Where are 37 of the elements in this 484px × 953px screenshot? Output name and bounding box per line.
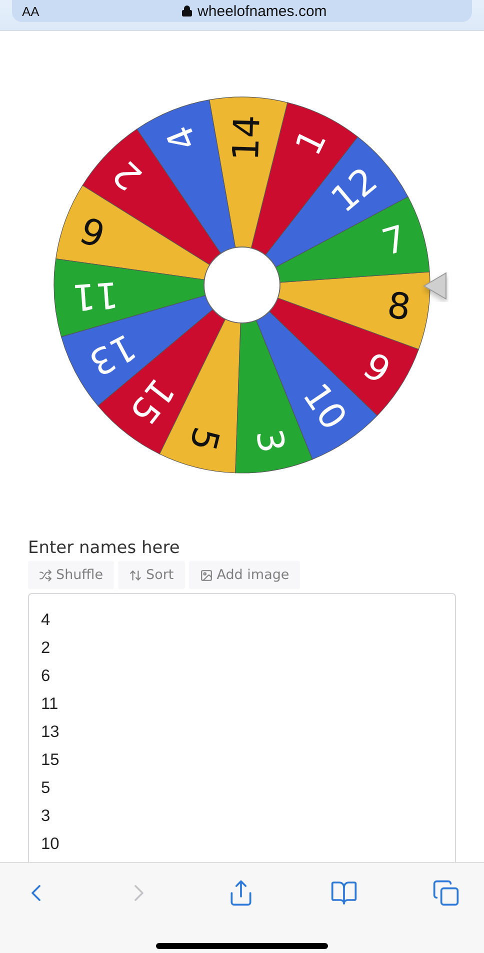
sort-button[interactable]: Sort: [118, 561, 185, 589]
segment-label: 14: [226, 114, 268, 162]
name-entry: 10: [41, 834, 60, 855]
name-entry: 11: [41, 694, 58, 715]
segment-label: 9: [356, 346, 398, 392]
shuffle-icon: [39, 568, 52, 582]
book-icon[interactable]: [330, 879, 358, 907]
url-text: wheelofnames.com: [198, 2, 327, 20]
name-entry: 5: [41, 778, 50, 799]
name-entry: 4: [41, 610, 50, 631]
shuffle-button[interactable]: Shuffle: [28, 561, 114, 589]
segment-label: 7: [378, 218, 412, 264]
segment-label: 4: [159, 120, 206, 156]
segment-label: 2: [105, 152, 150, 198]
name-entry: 6: [41, 666, 50, 687]
name-entry: 2: [41, 638, 50, 659]
names-label: Enter names here: [28, 538, 180, 558]
wheel-hub[interactable]: [204, 246, 280, 324]
name-entry: 15: [41, 750, 60, 771]
name-entry: 3: [41, 806, 50, 827]
lock-icon: [180, 5, 193, 17]
segment-label: 8: [384, 285, 414, 329]
sort-icon: [129, 568, 142, 582]
name-entry: 13: [41, 722, 60, 743]
segment-label: 5: [180, 422, 226, 455]
segment-label: 10: [294, 376, 354, 438]
segment-label: 6: [75, 208, 111, 254]
segment-label: 12: [324, 160, 386, 221]
image-icon: [200, 568, 213, 582]
segment-label: 1: [288, 123, 335, 162]
pointer-icon: [423, 272, 446, 300]
segment-label: 3: [247, 426, 292, 456]
tabs-icon[interactable]: [432, 879, 460, 907]
text-size-button[interactable]: AA: [22, 4, 40, 18]
image-button[interactable]: Add image: [188, 561, 300, 589]
address-bar[interactable]: AA wheelofnames.com: [12, 0, 472, 22]
segment-label: 11: [70, 273, 120, 318]
